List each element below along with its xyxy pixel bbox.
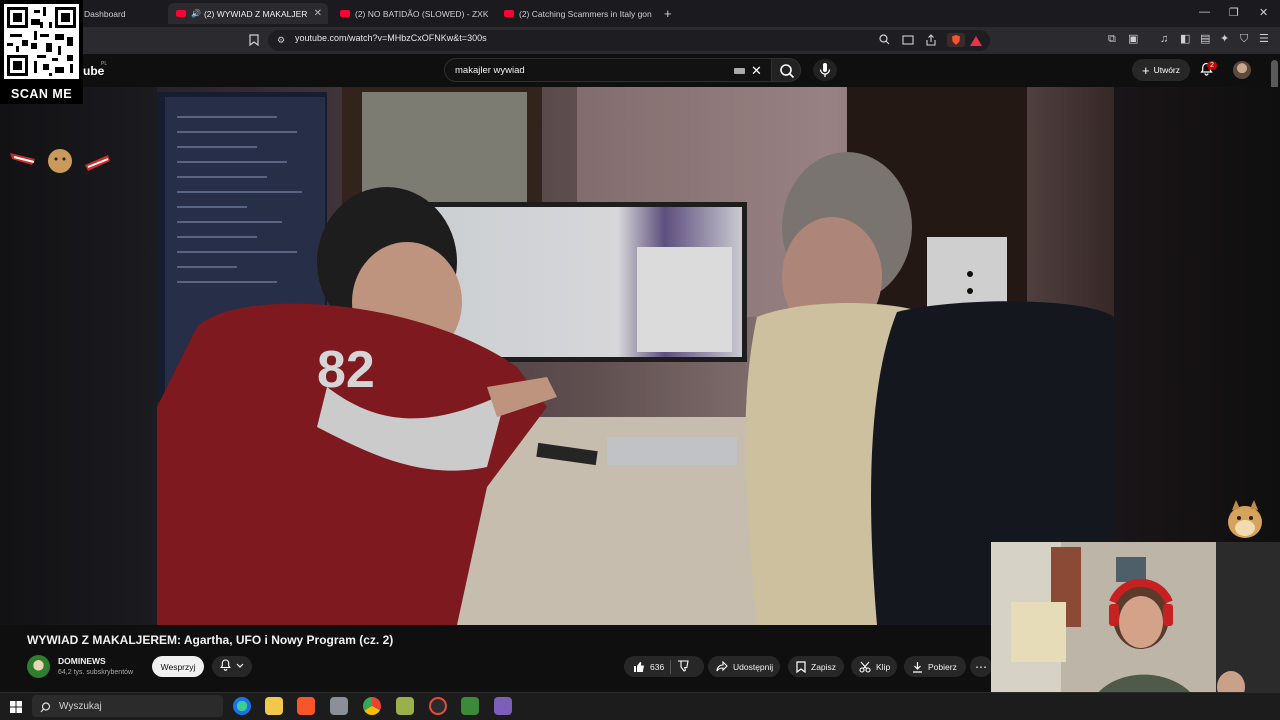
tab-label: Dashboard [84, 8, 126, 19]
microphone-icon [819, 63, 831, 77]
terminal-icon[interactable] [461, 697, 479, 715]
extensions-icon[interactable]: ⧉ [1108, 34, 1116, 45]
chrome-icon[interactable] [363, 697, 381, 715]
voice-search-button[interactable] [813, 59, 837, 81]
scissors-icon [859, 661, 871, 673]
tab-label: (2) Catching Scammers in Italy gone [519, 8, 652, 19]
app-icon[interactable] [330, 697, 348, 715]
plus-icon: + [1141, 62, 1150, 78]
url-text: youtube.com/watch?v=MHbzCxOFNKw&t=300s [295, 33, 487, 43]
minecraft-icon[interactable] [396, 697, 414, 715]
clip-label: Klip [876, 661, 891, 672]
cat-sticker [10, 145, 110, 180]
create-label: Utwórz [1153, 65, 1181, 75]
youtube-region: PL [101, 61, 108, 67]
youtube-favicon-icon [176, 10, 186, 17]
close-tab-icon[interactable]: ✕ [314, 8, 322, 19]
qr-code [4, 4, 79, 79]
wallet-icon[interactable]: ▤ [1200, 34, 1210, 45]
brave-browser-icon[interactable] [297, 697, 315, 715]
like-button[interactable]: 636 [633, 661, 664, 673]
divider [670, 659, 672, 674]
browser-toolbar [0, 27, 1280, 54]
media-icon[interactable]: ♫ [1160, 34, 1168, 45]
channel-avatar[interactable] [27, 655, 50, 678]
youtube-favicon-icon [504, 10, 514, 17]
search-icon [780, 64, 795, 79]
new-tab-icon[interactable]: + [664, 6, 672, 21]
share-label: Udostępnij [733, 661, 774, 672]
like-count: 636 [650, 661, 665, 672]
video-title: WYWIAD Z MAKALJEREM: Agartha, UFO i Nowy… [27, 633, 394, 647]
more-actions-button[interactable]: ⋯ [970, 656, 992, 677]
share-icon [716, 661, 728, 672]
taskbar-search-placeholder: Wyszukaj [59, 701, 102, 712]
search-value: makajler wywiad [455, 65, 525, 76]
video-player[interactable]: 82 [157, 87, 1114, 625]
video-frame-scene: 82 [157, 87, 1114, 625]
browser-tab-bar: Dashboard 🔊 (2) WYWIAD Z MAKALJEREM ✕ (2… [0, 0, 1280, 27]
clear-search-icon[interactable]: ✕ [751, 63, 762, 79]
tab-catching-scammers[interactable]: (2) Catching Scammers in Italy gone [502, 3, 652, 24]
site-settings-icon[interactable]: ⚙ [277, 36, 285, 45]
thumbs-up-icon [634, 661, 644, 672]
screen: Dashboard 🔊 (2) WYWIAD Z MAKALJEREM ✕ (2… [0, 0, 1280, 720]
chat-app-icon[interactable] [494, 697, 512, 715]
thumbs-down-icon [678, 659, 689, 672]
leo-ai-icon[interactable]: ✦ [1220, 34, 1229, 45]
save-label: Zapisz [811, 661, 837, 672]
search-button[interactable] [771, 58, 801, 82]
more-icon: ⋯ [975, 659, 987, 674]
clip-button[interactable]: Klip [851, 656, 897, 677]
youtube-favicon-icon [340, 10, 350, 17]
taskbar-search-icon [40, 700, 51, 718]
sidebar-icon[interactable]: ◧ [1180, 34, 1190, 45]
subscriber-count: 64,2 tys. subskrybentów [58, 669, 134, 676]
menu-icon[interactable]: ☰ [1259, 34, 1269, 45]
save-icon [796, 660, 806, 673]
account-avatar[interactable] [1233, 61, 1251, 79]
windows-start-icon[interactable] [10, 700, 22, 718]
zoom-icon[interactable] [879, 34, 890, 48]
share-button[interactable]: Udostępnij [708, 656, 780, 677]
share-page-icon[interactable] [925, 34, 937, 49]
chevron-down-icon [236, 661, 244, 672]
dislike-button[interactable] [677, 659, 689, 674]
keyboard-icon[interactable] [734, 68, 745, 74]
save-button[interactable]: Zapisz [788, 656, 844, 677]
tab-active-video[interactable]: 🔊 (2) WYWIAD Z MAKALJEREM ✕ [168, 3, 328, 24]
edge-icon[interactable] [233, 697, 251, 715]
close-window-icon[interactable]: ✕ [1259, 6, 1268, 19]
download-button[interactable]: Pobierz [904, 656, 966, 677]
create-button[interactable]: + Utwórz [1132, 59, 1190, 81]
support-button[interactable]: Wesprzyj [152, 656, 204, 677]
brave-rewards-icon[interactable] [969, 34, 983, 52]
doge-sticker [1224, 496, 1266, 545]
channel-name[interactable]: DOMINEWS [58, 656, 106, 666]
speaker-icon[interactable]: 🔊 [191, 9, 201, 18]
tab-no-batidao[interactable]: (2) NO BATIDÃO (SLOWED) - ZXKAI [338, 3, 488, 24]
screenshot-icon[interactable]: ▣ [1128, 34, 1138, 45]
restore-icon[interactable]: ❐ [1229, 6, 1239, 19]
tab-dashboard[interactable]: Dashboard [84, 3, 164, 24]
download-label: Pobierz [928, 661, 957, 672]
tab-label: (2) WYWIAD Z MAKALJEREM [203, 8, 308, 19]
vpn-icon[interactable]: ⛉ [1240, 34, 1248, 45]
file-explorer-icon[interactable] [265, 697, 283, 715]
like-dislike-group: 636 [624, 656, 704, 677]
download-icon [913, 661, 922, 673]
bookmark-icon[interactable] [249, 34, 259, 49]
tab-label: (2) NO BATIDÃO (SLOWED) - ZXKAI [355, 8, 488, 19]
notification-count-badge: 2 [1207, 61, 1217, 70]
minimize-icon[interactable]: — [1199, 6, 1210, 18]
scan-me-caption: SCAN ME [11, 87, 73, 101]
cast-icon[interactable] [902, 35, 914, 48]
brave-shields-icon[interactable] [947, 33, 965, 47]
bell-icon [220, 659, 231, 674]
obs-icon[interactable] [429, 697, 447, 715]
subscription-bell-button[interactable] [212, 656, 252, 677]
qr-code-overlay: SCAN ME [0, 0, 83, 104]
